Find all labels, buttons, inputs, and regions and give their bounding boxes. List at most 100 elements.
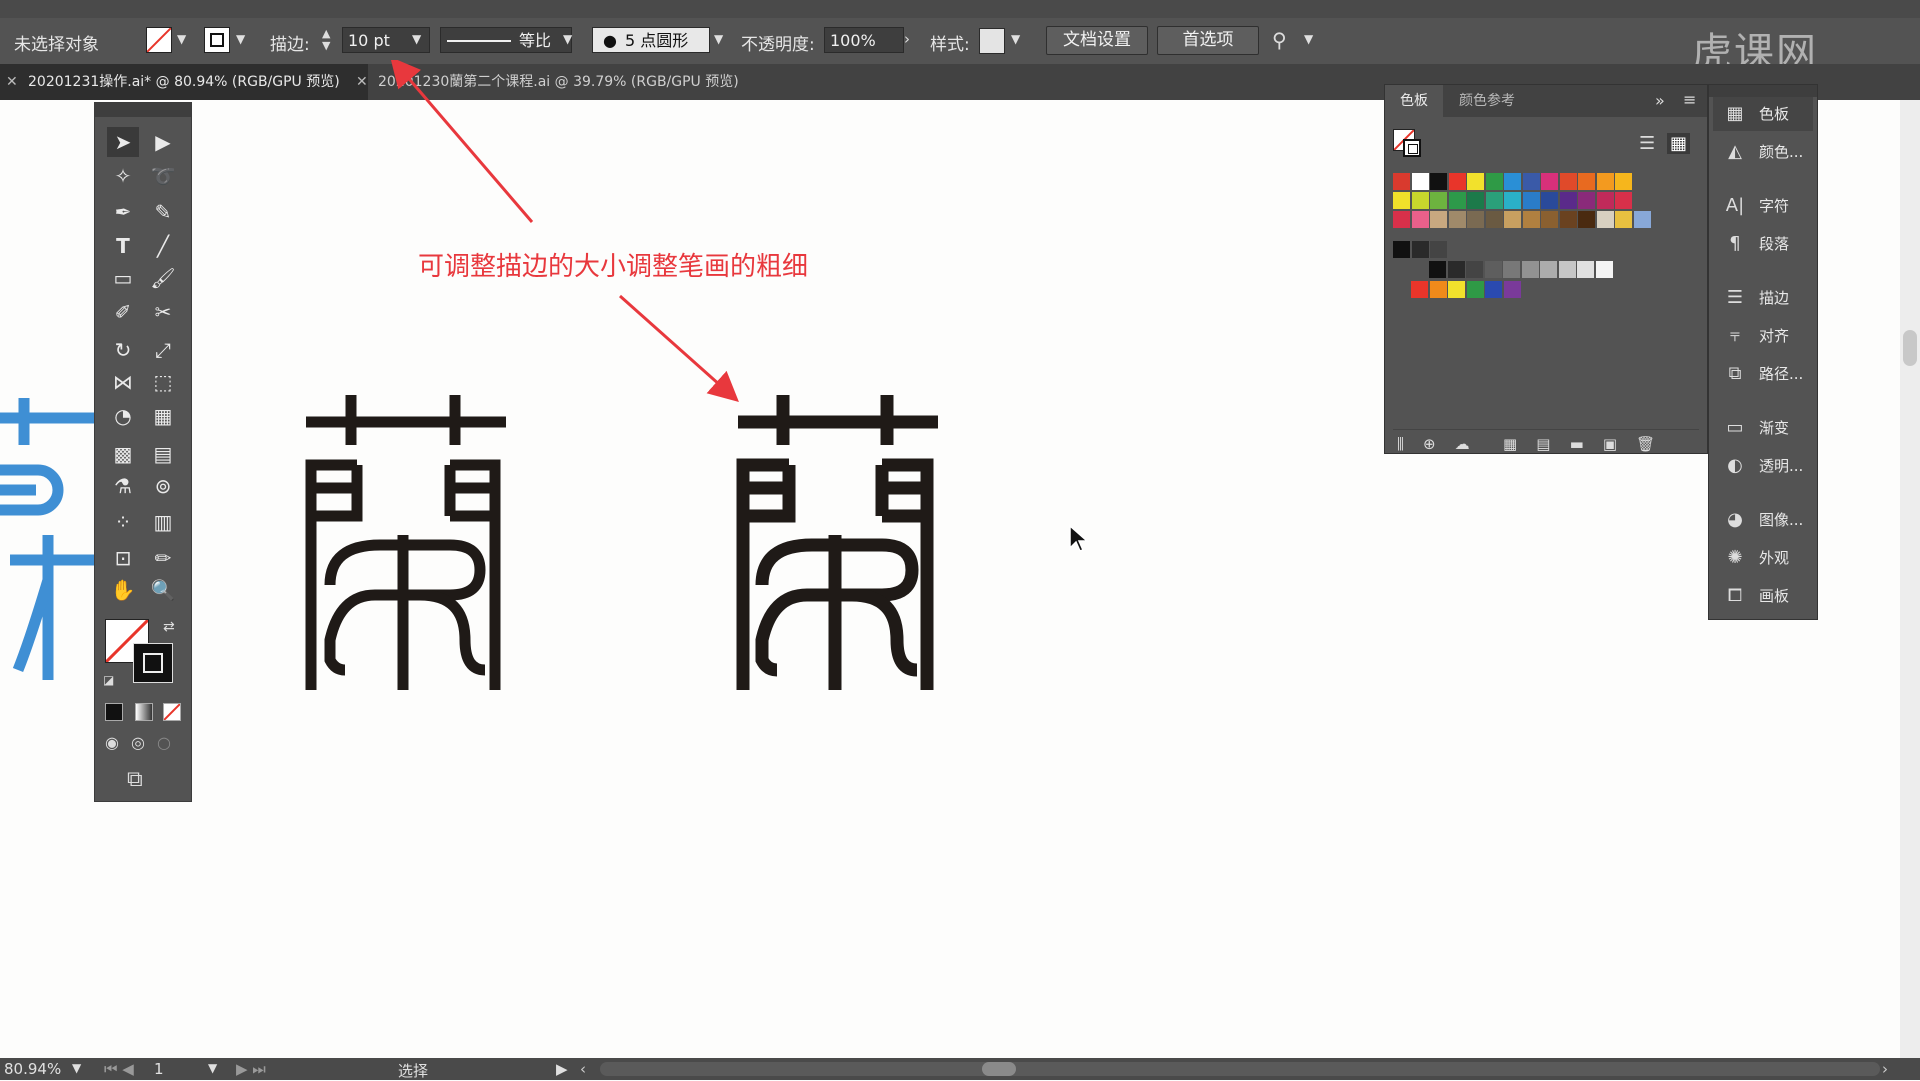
dock-item-pathfinder[interactable]: ⧉ 路径... — [1713, 357, 1813, 391]
arrange-dropdown-icon[interactable]: ▼ — [1304, 32, 1313, 46]
horizontal-scrollbar[interactable] — [600, 1062, 1880, 1076]
swatch-color[interactable] — [1503, 281, 1521, 298]
blue-glyph-artwork[interactable] — [0, 390, 100, 690]
horizontal-scroll-thumb[interactable] — [982, 1062, 1016, 1076]
swatch-gray[interactable] — [1503, 261, 1520, 278]
swatch-color[interactable] — [1411, 281, 1428, 298]
swatch-gray[interactable] — [1466, 261, 1483, 278]
swatch-color[interactable] — [1466, 281, 1484, 298]
stroke-weight-dropdown-icon[interactable]: ▼ — [412, 32, 421, 46]
slice-tool-icon[interactable]: ✏ — [147, 543, 179, 573]
preferences-button[interactable]: 首选项 — [1157, 26, 1259, 55]
swatch-color[interactable] — [1393, 173, 1410, 190]
scissors-tool-icon[interactable]: ✂ — [147, 297, 179, 327]
stroke-profile-select[interactable]: 等比 — [440, 27, 572, 53]
tab-document-1[interactable]: ✕ 20201231操作.ai* @ 80.94% (RGB/GPU 预览) — [0, 64, 368, 100]
draw-normal-icon[interactable]: ◉ — [105, 733, 119, 752]
stroke-stepper-icon[interactable]: ▲ ▼ — [322, 28, 330, 52]
delete-icon[interactable]: 🗑 — [1636, 435, 1655, 453]
zoom-dropdown-icon[interactable]: ▼ — [72, 1061, 81, 1075]
line-tool-icon[interactable]: ╱ — [147, 231, 179, 261]
blend-tool-icon[interactable]: ⊚ — [147, 471, 179, 501]
list-view-icon[interactable]: ☰ — [1639, 133, 1655, 154]
swatch-color[interactable] — [1430, 241, 1447, 258]
dock-item-swatches[interactable]: ▦ 色板 — [1713, 97, 1813, 131]
brush-select[interactable]: ● 5 点圆形 — [592, 27, 710, 53]
swatch-color[interactable] — [1448, 173, 1466, 190]
graphic-style-swatch[interactable] — [979, 28, 1005, 54]
swatch-color[interactable] — [1467, 192, 1484, 209]
dock-item-align[interactable]: ⫧ 对齐 — [1713, 319, 1813, 353]
eyedropper-tool-icon[interactable]: ⚗ — [107, 471, 139, 501]
swatch-color[interactable] — [1467, 173, 1484, 190]
color-mode-icon[interactable] — [105, 703, 123, 721]
swatch-color[interactable] — [1411, 192, 1429, 209]
lasso-tool-icon[interactable]: ➰ — [147, 161, 179, 191]
stroke-swatch[interactable] — [204, 27, 230, 53]
place-swatch-icon[interactable]: ⊕ — [1423, 435, 1436, 453]
swatch-color[interactable] — [1393, 211, 1410, 228]
swatch-color[interactable] — [1596, 173, 1614, 190]
shaper-tool-icon[interactable]: ✐ — [107, 297, 139, 327]
hand-tool-icon[interactable]: ✋ — [107, 575, 139, 605]
swatch-color[interactable] — [1541, 211, 1558, 228]
swatch-color[interactable] — [1522, 192, 1540, 209]
swatch-gray[interactable] — [1577, 261, 1594, 278]
swatch-color[interactable] — [1615, 211, 1632, 228]
dock-item-appearance[interactable]: ✺ 外观 — [1713, 541, 1813, 575]
profile-dropdown-icon[interactable]: ▼ — [563, 32, 572, 46]
swatch-color[interactable] — [1430, 173, 1447, 190]
selection-tool-icon[interactable]: ➤ — [107, 127, 139, 157]
fill-swatch[interactable] — [146, 27, 172, 53]
default-colors-icon[interactable]: ◪ — [103, 673, 114, 687]
artboard-tool-icon[interactable]: ⊡ — [107, 543, 139, 573]
new-group-icon[interactable]: ▬ — [1570, 435, 1584, 453]
draw-behind-icon[interactable]: ◎ — [131, 733, 145, 752]
stroke-dropdown-icon[interactable]: ▼ — [236, 32, 245, 46]
swatch-color[interactable] — [1485, 192, 1503, 209]
glyph-lan-left[interactable] — [300, 395, 520, 695]
gradient-mode-icon[interactable] — [135, 703, 153, 721]
perspective-grid-tool-icon[interactable]: ▦ — [147, 401, 179, 431]
swatch-gray[interactable] — [1558, 261, 1576, 278]
swatch-color[interactable] — [1633, 211, 1651, 228]
swatch-color[interactable] — [1485, 173, 1503, 190]
dock-item-gradient[interactable]: ▭ 渐变 — [1713, 411, 1813, 445]
swatch-color[interactable] — [1541, 192, 1558, 209]
dock-item-image-trace[interactable]: ◕ 图像... — [1713, 503, 1813, 537]
close-icon[interactable]: ✕ — [6, 64, 18, 100]
free-transform-tool-icon[interactable]: ⬚ — [147, 367, 179, 397]
document-setup-button[interactable]: 文档设置 — [1046, 26, 1148, 55]
swatch-color[interactable] — [1615, 173, 1632, 190]
dock-item-character[interactable]: A| 字符 — [1713, 189, 1813, 223]
swatch-gray[interactable] — [1484, 261, 1502, 278]
width-tool-icon[interactable]: ⋈ — [107, 367, 139, 397]
zoom-level[interactable]: 80.94% — [4, 1060, 61, 1078]
tab-swatches[interactable]: 色板 — [1385, 85, 1443, 117]
swatch-color[interactable] — [1411, 241, 1429, 258]
style-dropdown-icon[interactable]: ▼ — [1011, 32, 1020, 46]
swatch-color[interactable] — [1448, 192, 1466, 209]
pen-tool-icon[interactable]: ✒ — [107, 197, 139, 227]
swatch-color[interactable] — [1467, 211, 1484, 228]
column-graph-tool-icon[interactable]: ▥ — [147, 507, 179, 537]
swatch-color[interactable] — [1559, 192, 1577, 209]
dock-item-stroke[interactable]: ☰ 描边 — [1713, 281, 1813, 315]
dock-item-paragraph[interactable]: ¶ 段落 — [1713, 227, 1813, 261]
opacity-field[interactable]: 100% — [824, 27, 904, 53]
dock-item-color[interactable]: ◭ 颜色... — [1713, 135, 1813, 169]
grid-view-icon[interactable]: ▦ — [1667, 133, 1691, 154]
tab-color-guide[interactable]: 颜色参考 — [1447, 85, 1527, 117]
swatch-color[interactable] — [1504, 192, 1521, 209]
fill-stroke-indicator[interactable] — [1393, 129, 1423, 159]
page-dropdown-icon[interactable]: ▼ — [208, 1061, 217, 1075]
collapse-icon[interactable]: » — [1655, 91, 1665, 110]
swatch-color[interactable] — [1429, 281, 1447, 298]
paintbrush-tool-icon[interactable]: 🖌 — [147, 263, 179, 293]
fill-dropdown-icon[interactable]: ▼ — [177, 32, 186, 46]
draw-inside-icon[interactable]: ○ — [157, 733, 171, 752]
page-number[interactable]: 1 — [154, 1060, 164, 1078]
swatch-color[interactable] — [1578, 173, 1595, 190]
swatch-color[interactable] — [1485, 281, 1502, 298]
dock-header[interactable] — [1709, 85, 1817, 97]
